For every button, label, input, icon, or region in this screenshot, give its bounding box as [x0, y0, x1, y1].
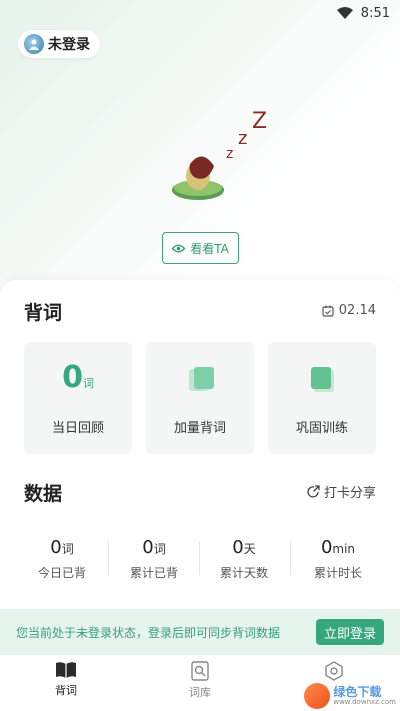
eye-icon [172, 244, 186, 252]
stat-total-days-unit: 天 [243, 542, 256, 556]
watermark-text: 绿色下载 [333, 685, 382, 699]
watch-mascot-button[interactable]: 看看TA [162, 232, 239, 264]
date-indicator[interactable]: 02.14 [322, 303, 376, 318]
stat-total-days-value: 0 [232, 537, 244, 558]
stat-today: 0词 今日已背 [17, 537, 107, 581]
status-bar: 8:51 [0, 0, 400, 26]
login-reminder-text: 您当前处于未登录状态，登录后即可同步背词数据 [16, 625, 281, 640]
stat-total-words-value: 0 [142, 537, 154, 558]
watermark-logo [304, 683, 331, 709]
add-words-tile[interactable]: 加量背词 [146, 342, 254, 454]
review-cards-icon [311, 367, 334, 392]
settings-hex-icon [325, 661, 343, 681]
avatar-icon [24, 34, 44, 54]
watermark-url: www.downxz.com [333, 698, 396, 706]
stats-section-title: 数据 [24, 483, 63, 505]
tab-recite[interactable]: 背词 [36, 661, 96, 698]
consolidate-training-tile[interactable]: 巩固训练 [268, 342, 376, 454]
stat-total-words-unit: 词 [153, 542, 166, 556]
login-status-label: 未登录 [48, 37, 90, 53]
recite-section-title: 背词 [24, 302, 63, 324]
stat-total-time: 0min 累计时长 [293, 537, 383, 581]
daily-review-label: 当日回顾 [51, 421, 104, 436]
stat-divider [290, 541, 291, 575]
stat-total-time-unit: min [332, 542, 356, 556]
stat-today-label: 今日已背 [37, 566, 86, 580]
stat-total-days-label: 累计天数 [219, 566, 268, 580]
add-cards-icon [189, 367, 214, 391]
tab-word-bank-label: 词库 [189, 686, 211, 699]
stat-total-words: 0词 累计已背 [109, 537, 199, 581]
tab-settings[interactable] [304, 661, 364, 684]
stat-total-days: 0天 累计天数 [199, 537, 289, 581]
watch-button-label: 看看TA [190, 241, 229, 256]
daily-review-count: 0词 [24, 360, 132, 395]
wifi-icon [336, 7, 353, 19]
svg-text:Z: Z [252, 109, 267, 134]
stat-today-value: 0 [50, 537, 62, 558]
calendar-icon [322, 305, 334, 317]
stat-total-time-label: 累计时长 [313, 566, 362, 580]
tab-recite-label: 背词 [55, 684, 77, 697]
login-status-pill[interactable]: 未登录 [18, 30, 100, 58]
login-reminder-banner: 您当前处于未登录状态，登录后即可同步背词数据 立即登录 [0, 609, 400, 655]
daily-review-unit: 词 [82, 377, 94, 390]
share-icon [307, 485, 320, 498]
book-icon [56, 662, 76, 678]
watermark: 绿色下载 www.downxz.com [304, 683, 396, 709]
word-bank-icon [191, 661, 209, 681]
sleeping-bean-mascot-icon: z z Z [172, 109, 267, 200]
stat-today-unit: 词 [61, 542, 74, 556]
share-label: 打卡分享 [323, 486, 376, 501]
login-now-button[interactable]: 立即登录 [316, 619, 384, 645]
daily-review-tile[interactable]: 0词 当日回顾 [24, 342, 132, 454]
tab-word-bank[interactable]: 词库 [170, 661, 230, 700]
svg-text:z: z [238, 128, 247, 149]
status-time: 8:51 [360, 5, 390, 21]
share-button[interactable]: 打卡分享 [307, 482, 376, 501]
daily-review-value: 0 [62, 360, 83, 395]
stat-total-time-value: 0 [320, 537, 333, 558]
stat-total-words-label: 累计已背 [129, 566, 178, 580]
svg-text:z: z [226, 146, 233, 162]
date-label: 02.14 [338, 303, 376, 318]
add-words-label: 加量背词 [173, 421, 226, 436]
consolidate-training-label: 巩固训练 [295, 421, 348, 436]
